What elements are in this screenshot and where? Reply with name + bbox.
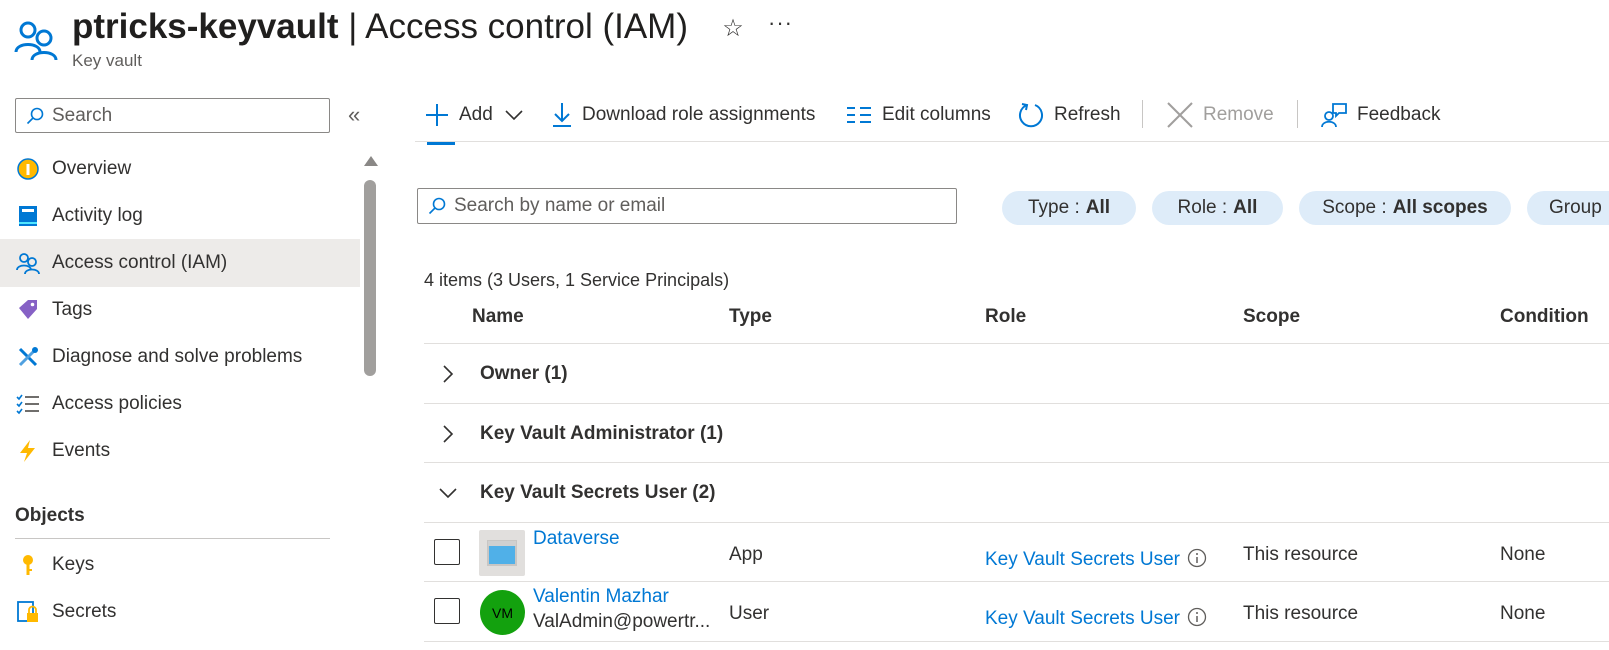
group-row-key-vault-secrets-user[interactable]: Key Vault Secrets User (2) [438,464,716,522]
more-options-icon[interactable]: ··· [768,10,793,36]
feedback-icon [1321,103,1347,128]
refresh-icon [1019,103,1043,128]
column-header-scope[interactable]: Scope [1243,306,1300,328]
columns-icon [847,107,871,123]
group-row-owner[interactable]: Owner (1) [438,345,568,403]
column-header-role[interactable]: Role [985,306,1026,328]
info-icon[interactable] [1187,607,1207,627]
row-divider [424,403,1609,404]
principal-name-link[interactable]: Valentin Mazhar [533,586,669,608]
sidebar-search-input[interactable] [52,99,322,132]
tag-icon [19,300,37,319]
info-icon[interactable] [1187,548,1207,568]
favorite-star-icon[interactable]: ☆ [720,14,746,43]
edit-columns-button[interactable]: Edit columns [846,98,991,132]
principal-email: ValAdmin@powertr... [533,611,711,632]
type-cell: App [729,544,763,565]
sidebar-search[interactable] [15,98,330,133]
wrench-icon [18,347,38,367]
download-role-assignments-button[interactable]: Download role assignments [552,98,815,132]
chevron-down-icon [505,110,523,121]
collapse-sidebar-icon[interactable]: « [348,102,360,128]
row-divider [424,581,1609,582]
download-icon [553,103,571,127]
role-filter-pill[interactable]: Role : All [1152,191,1283,225]
remove-button[interactable]: Remove [1167,98,1274,132]
sidebar-item-access-control[interactable]: Access control (IAM) [0,239,360,287]
condition-cell: None [1500,544,1546,565]
column-header-type[interactable]: Type [729,306,772,328]
scroll-up-arrow[interactable] [364,156,378,166]
row-divider [424,522,1609,523]
member-search-input[interactable] [454,189,949,223]
role-link[interactable]: Key Vault Secrets User [985,608,1180,630]
column-header-condition[interactable]: Condition [1500,306,1589,328]
sidebar-item-access-policies[interactable]: Access policies [0,380,360,428]
people-icon [16,253,40,275]
sidebar-item-events[interactable]: Events [0,427,360,475]
scope-cell: This resource [1243,544,1359,565]
item-count: 4 items (3 Users, 1 Service Principals) [424,270,730,290]
resource-type-subtitle: Key vault [72,51,142,70]
search-icon [26,107,44,125]
chevron-right-icon [443,365,454,383]
group-filter-pill[interactable]: Group [1527,191,1609,225]
divider [15,538,330,539]
member-search[interactable] [417,188,957,224]
sidebar-scrollbar-thumb[interactable] [364,180,376,376]
sidebar-item-tags[interactable]: Tags [0,286,360,334]
principal-name-link[interactable]: Dataverse [533,528,620,550]
app-icon [479,530,525,576]
toolbar-bottom-border [415,141,1609,142]
objects-section-heading: Objects [15,505,85,526]
sidebar-item-diagnose[interactable]: Diagnose and solve problems [0,333,360,381]
row-divider [424,343,1609,344]
add-button[interactable]: Add [425,98,523,132]
feedback-button[interactable]: Feedback [1321,98,1440,132]
chevron-right-icon [443,425,454,443]
secret-icon [17,601,38,622]
active-tab-indicator [427,142,455,145]
column-header-name[interactable]: Name [472,306,524,328]
row-checkbox[interactable] [434,539,460,565]
chevron-down-icon [439,488,457,499]
key-icon [23,555,33,575]
condition-cell: None [1500,603,1546,624]
lightning-icon [20,440,35,462]
sidebar-item-activity-log[interactable]: Activity log [0,192,360,240]
scope-cell: This resource [1243,603,1359,624]
checklist-icon [16,394,39,415]
refresh-button[interactable]: Refresh [1018,98,1121,132]
role-link[interactable]: Key Vault Secrets User [985,549,1180,571]
toolbar-divider [1142,100,1143,128]
scope-filter-pill[interactable]: Scope : All scopes [1299,191,1511,225]
activity-log-icon [19,206,37,226]
people-icon [14,21,58,61]
group-row-key-vault-administrator[interactable]: Key Vault Administrator (1) [438,405,723,463]
avatar: VM [480,590,525,635]
sidebar-item-secrets[interactable]: Secrets [0,588,360,636]
row-divider [424,462,1609,463]
sidebar-item-overview[interactable]: Overview [0,145,360,193]
overview-icon [17,158,39,180]
row-checkbox[interactable] [434,598,460,624]
toolbar-divider [1297,100,1298,128]
search-icon [428,197,446,215]
type-filter-pill[interactable]: Type : All [1002,191,1136,225]
page-title: ptricks-keyvault | Access control (IAM) [72,7,688,46]
row-divider [424,641,1609,642]
type-cell: User [729,603,770,624]
sidebar-item-keys[interactable]: Keys [0,541,360,589]
plus-icon [426,104,448,126]
close-icon [1167,102,1193,128]
